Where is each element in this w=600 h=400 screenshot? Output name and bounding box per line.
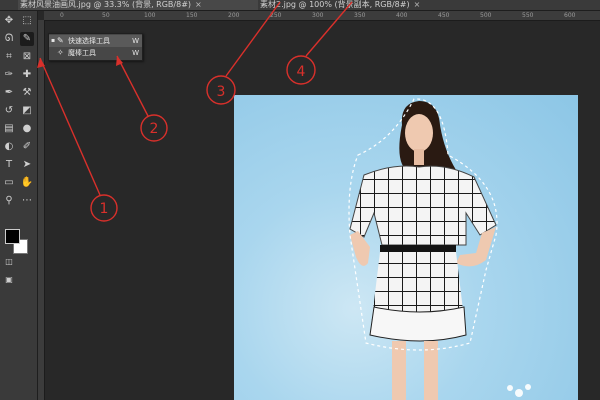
tab-2-label: 素材2.jpg @ 100% (背景副本, RGB/8#) (260, 0, 410, 9)
ruler-tick: 400 (396, 12, 408, 19)
eyedropper-tool-icon[interactable]: ✑ (2, 68, 16, 82)
lasso-tool-icon[interactable]: ᘏ (2, 32, 16, 46)
flyout-item-label: 快速选择工具 (68, 37, 110, 45)
callout-circle-1 (90, 194, 118, 222)
ruler-tick: 600 (564, 12, 576, 19)
ruler-tick: 150 (186, 12, 198, 19)
callout-circle-4 (286, 55, 316, 85)
quick-selection-tool-icon[interactable]: ✎ (20, 32, 34, 46)
horizontal-ruler[interactable]: 0 50 100 150 200 250 300 350 400 450 500… (44, 11, 600, 21)
callout-number-3: 3 (217, 84, 226, 100)
callout-arrow-1 (39, 57, 101, 196)
hand-tool-icon[interactable]: ✋ (20, 176, 34, 190)
path-selection-tool-icon[interactable]: ➤ (20, 158, 34, 172)
tab-2-close-icon[interactable]: × (414, 0, 421, 9)
brush-tool-icon[interactable]: ✒ (2, 86, 16, 100)
zoom-tool-icon[interactable]: ⚲ (2, 194, 16, 208)
document-tab-2[interactable]: 素材2.jpg @ 100% (背景副本, RGB/8#) × (258, 0, 440, 10)
ruler-tick: 550 (522, 12, 534, 19)
magic-wand-icon: ✧ (57, 48, 64, 57)
ruler-tick: 450 (438, 12, 450, 19)
document-tab-1[interactable]: 素材风景油画风.jpg @ 33.3% (背景, RGB/8#) × (18, 0, 258, 10)
flyout-item-quick-selection[interactable]: ▪ ✎ 快速选择工具 W (49, 35, 142, 47)
more-tools-icon[interactable]: ⋯ (20, 194, 34, 208)
ruler-tick: 0 (60, 12, 64, 19)
ruler-tick: 350 (354, 12, 366, 19)
ruler-tick: 500 (480, 12, 492, 19)
gradient-tool-icon[interactable]: ▤ (2, 122, 16, 136)
flyout-item-shortcut: W (132, 49, 139, 57)
ruler-tick: 100 (144, 12, 156, 19)
healing-brush-tool-icon[interactable]: ✚ (20, 68, 34, 82)
flyout-item-magic-wand[interactable]: ✧ 魔棒工具 W (49, 47, 142, 59)
history-brush-tool-icon[interactable]: ↺ (2, 104, 16, 118)
quick-mask-icon[interactable]: ◫ (2, 255, 16, 269)
tool-flyout-menu: ▪ ✎ 快速选择工具 W ✧ 魔棒工具 W (48, 33, 143, 61)
document-tab-bar: 素材风景油画风.jpg @ 33.3% (背景, RGB/8#) × 素材2.jp… (0, 0, 600, 11)
eraser-tool-icon[interactable]: ◩ (20, 104, 34, 118)
model-photo-illustration (348, 98, 531, 400)
move-tool-icon[interactable]: ✥ (2, 14, 16, 28)
type-tool-icon[interactable]: T (2, 158, 16, 172)
callout-circle-2 (140, 114, 168, 142)
ruler-tick: 250 (270, 12, 282, 19)
screen-mode-icon[interactable]: ▣ (2, 273, 16, 287)
callout-number-1: 1 (100, 201, 109, 217)
quick-selection-icon: ✎ (57, 36, 64, 45)
selected-indicator-icon: ▪ (51, 37, 56, 44)
pen-tool-icon[interactable]: ✐ (20, 140, 34, 154)
stamp-tool-icon[interactable]: ⚒ (20, 86, 34, 100)
dodge-tool-icon[interactable]: ◐ (2, 140, 16, 154)
ruler-tick: 300 (312, 12, 324, 19)
callout-number-2: 2 (150, 121, 159, 137)
foreground-color-swatch[interactable] (5, 229, 20, 244)
flyout-item-shortcut: W (132, 37, 139, 45)
vertical-ruler[interactable] (38, 20, 45, 400)
flyout-item-label: 魔棒工具 (68, 49, 96, 57)
callout-arrow-2 (116, 55, 149, 117)
document-canvas-image[interactable] (234, 95, 578, 400)
marquee-tool-icon[interactable]: ⬚ (20, 14, 34, 28)
ruler-tick: 200 (228, 12, 240, 19)
crop-tool-icon[interactable]: ⌗ (2, 50, 16, 64)
tab-1-close-icon[interactable]: × (195, 0, 202, 9)
blur-tool-icon[interactable]: ● (20, 122, 34, 136)
callout-number-4: 4 (297, 64, 306, 80)
shape-tool-icon[interactable]: ▭ (2, 176, 16, 190)
tab-1-label: 素材风景油画风.jpg @ 33.3% (背景, RGB/8#) (20, 0, 192, 9)
callout-circle-3 (206, 75, 236, 105)
frame-tool-icon[interactable]: ⊠ (20, 50, 34, 64)
ruler-tick: 50 (102, 12, 110, 19)
tools-panel: ✥ ⬚ ᘏ ✎ ⌗ ⊠ ✑ ✚ ✒ ⚒ ↺ ◩ ▤ ● ◐ ✐ T ➤ ▭ ✋ … (0, 11, 38, 400)
